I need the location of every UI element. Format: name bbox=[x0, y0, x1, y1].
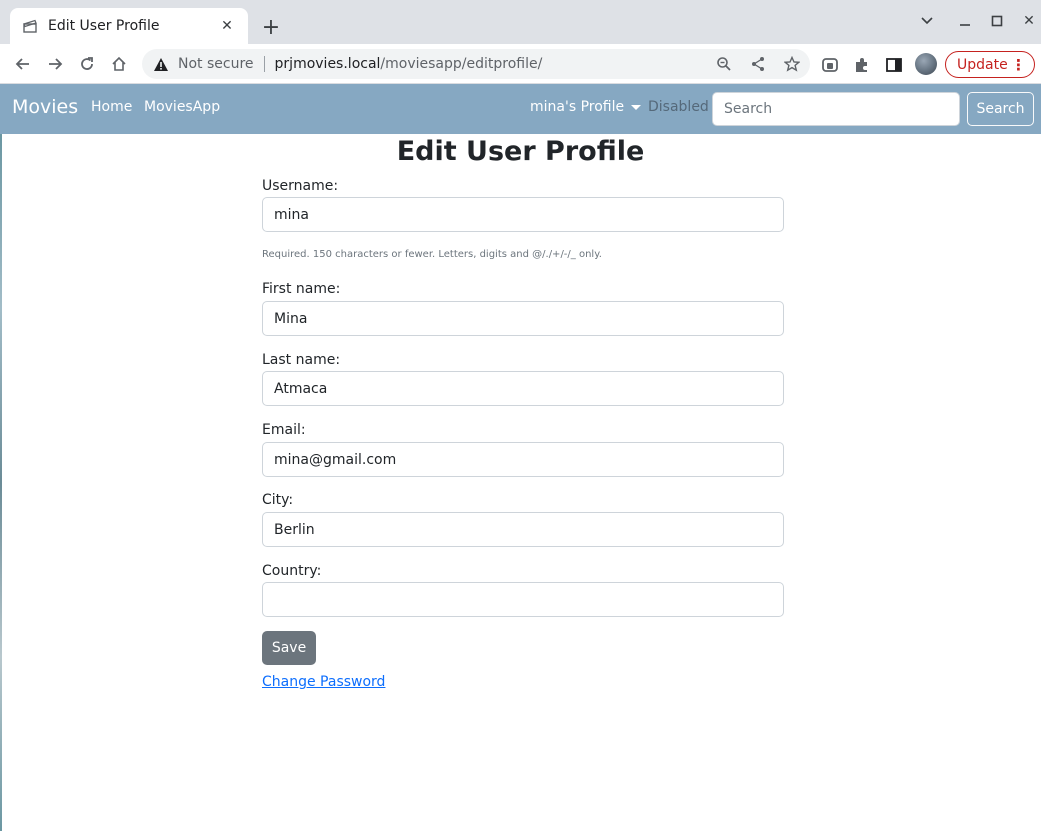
back-arrow-icon[interactable] bbox=[11, 52, 35, 76]
extension-app-icon[interactable] bbox=[819, 54, 841, 76]
browser-tabstrip: Edit User Profile ✕ + ✕ bbox=[0, 0, 1041, 44]
last-name-field[interactable] bbox=[262, 371, 784, 406]
side-panel-icon[interactable] bbox=[883, 54, 905, 76]
username-label: Username: bbox=[262, 178, 339, 194]
reload-icon[interactable] bbox=[75, 52, 99, 76]
tab-title: Edit User Profile bbox=[48, 18, 160, 34]
kebab-menu-icon[interactable]: ⋮ bbox=[1011, 56, 1026, 74]
email-label: Email: bbox=[262, 422, 306, 438]
security-label[interactable]: Not secure bbox=[178, 56, 254, 72]
site-navbar: Movies Home MoviesApp mina's Profile Dis… bbox=[0, 84, 1041, 134]
profile-avatar[interactable] bbox=[915, 53, 937, 75]
new-tab-button[interactable]: + bbox=[259, 15, 283, 40]
page-title: Edit User Profile bbox=[396, 136, 645, 167]
clapperboard-icon bbox=[22, 18, 38, 34]
username-help-text: Required. 150 characters or fewer. Lette… bbox=[262, 249, 602, 260]
last-name-label: Last name: bbox=[262, 352, 341, 368]
change-password-link[interactable]: Change Password bbox=[262, 674, 385, 690]
update-label: Update bbox=[957, 56, 1008, 73]
country-label: Country: bbox=[262, 563, 322, 579]
update-button[interactable]: Update ⋮ bbox=[945, 51, 1035, 78]
maximize-icon[interactable] bbox=[986, 10, 1008, 32]
profile-dropdown[interactable]: mina's Profile bbox=[530, 99, 642, 115]
first-name-field[interactable] bbox=[262, 301, 784, 336]
zoom-out-icon[interactable] bbox=[714, 54, 734, 74]
puzzle-icon[interactable] bbox=[851, 54, 873, 76]
city-field[interactable] bbox=[262, 512, 784, 547]
search-input[interactable] bbox=[712, 92, 960, 126]
minimize-icon[interactable] bbox=[954, 10, 976, 32]
home-icon[interactable] bbox=[107, 52, 131, 76]
username-field[interactable] bbox=[262, 197, 784, 232]
nav-link-home[interactable]: Home bbox=[91, 99, 132, 115]
save-button[interactable]: Save bbox=[262, 631, 316, 665]
forward-arrow-icon[interactable] bbox=[43, 52, 67, 76]
address-bar[interactable]: Not secure prjmovies.local/moviesapp/edi… bbox=[142, 49, 810, 79]
chevron-down-icon[interactable] bbox=[916, 10, 938, 32]
left-edge-strip bbox=[0, 134, 2, 831]
share-icon[interactable] bbox=[748, 54, 768, 74]
url-host: prjmovies.local bbox=[274, 56, 381, 72]
brand-link[interactable]: Movies bbox=[12, 96, 78, 118]
search-button[interactable]: Search bbox=[967, 92, 1034, 126]
nav-link-moviesapp[interactable]: MoviesApp bbox=[144, 99, 220, 115]
profile-dropdown-label: mina's Profile bbox=[530, 99, 625, 115]
browser-toolbar: Not secure prjmovies.local/moviesapp/edi… bbox=[0, 44, 1041, 84]
caret-down-icon bbox=[631, 104, 642, 110]
omnibox-divider bbox=[263, 56, 265, 72]
url-path: /moviesapp/editprofile/ bbox=[380, 56, 543, 72]
warning-icon[interactable] bbox=[152, 55, 170, 73]
email-field[interactable] bbox=[262, 442, 784, 477]
close-icon[interactable]: ✕ bbox=[218, 17, 236, 35]
browser-tab[interactable]: Edit User Profile ✕ bbox=[10, 8, 248, 44]
window-close-icon[interactable]: ✕ bbox=[1018, 10, 1040, 32]
city-label: City: bbox=[262, 492, 294, 508]
country-field[interactable] bbox=[262, 582, 784, 617]
star-icon[interactable] bbox=[782, 54, 802, 74]
nav-link-disabled: Disabled bbox=[648, 99, 709, 115]
first-name-label: First name: bbox=[262, 281, 341, 297]
